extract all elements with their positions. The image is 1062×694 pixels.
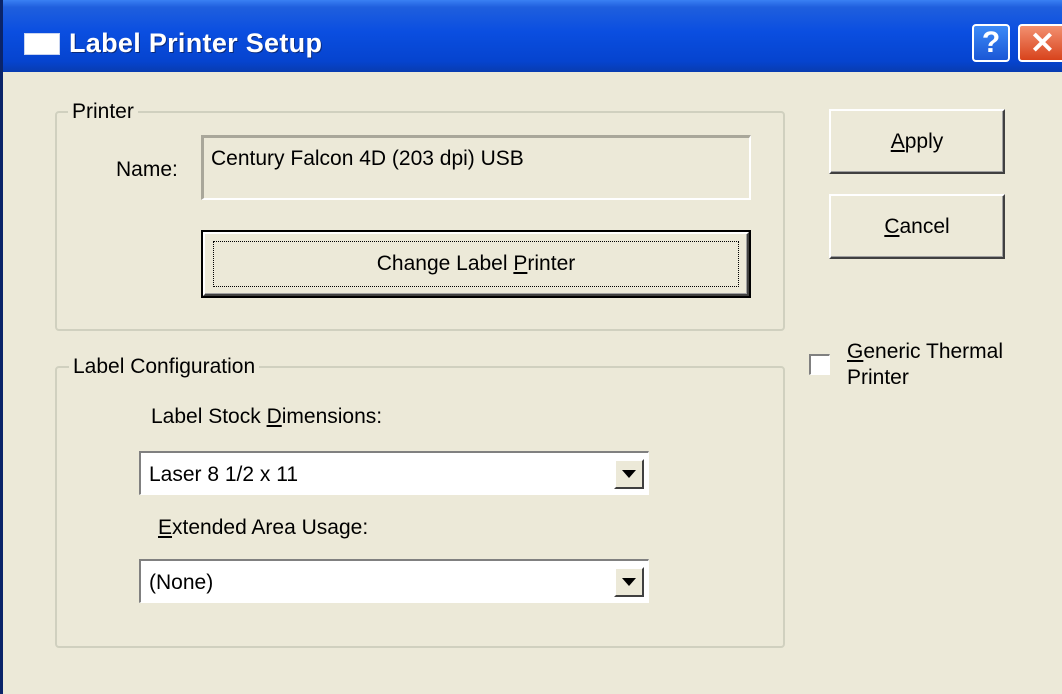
generic-thermal-printer-label[interactable]: Generic Thermal Printer — [847, 339, 1003, 391]
apply-button-label: Apply — [890, 129, 944, 153]
extended-area-usage-value: (None) — [149, 571, 214, 594]
label-configuration-legend: Label Configuration — [69, 355, 260, 379]
printer-name-label: Name: — [116, 158, 178, 181]
extended-area-usage-label: Extended Area Usage: — [158, 516, 369, 539]
close-icon: ✕ — [1029, 26, 1056, 60]
printer-name-value: Century Falcon 4D (203 dpi) USB — [211, 147, 524, 170]
extended-area-usage-select[interactable]: (None) — [139, 559, 649, 603]
change-label-printer-button[interactable]: Change Label Printer — [201, 230, 751, 298]
cancel-button-label: Cancel — [884, 214, 950, 238]
label-stock-dimensions-select[interactable]: Laser 8 1/2 x 11 — [139, 451, 649, 495]
help-icon: ? — [981, 26, 1001, 59]
dropdown-arrow-button[interactable] — [614, 459, 644, 489]
focus-rectangle — [213, 241, 739, 287]
help-button[interactable]: ? — [972, 24, 1010, 62]
window-icon — [24, 33, 60, 55]
close-button[interactable]: ✕ — [1018, 24, 1062, 62]
window-title: Label Printer Setup — [69, 28, 323, 58]
title-bar[interactable]: Label Printer Setup ? ✕ — [3, 0, 1062, 72]
printer-name-field: Century Falcon 4D (203 dpi) USB — [201, 135, 751, 200]
label-stock-dimensions-label: Label Stock Dimensions: — [151, 405, 383, 428]
generic-thermal-printer-checkbox[interactable] — [809, 354, 830, 375]
chevron-down-icon — [622, 470, 636, 478]
label-stock-dimensions-value: Laser 8 1/2 x 11 — [149, 463, 299, 486]
cancel-button[interactable]: Cancel — [829, 194, 1005, 259]
dropdown-arrow-button[interactable] — [614, 567, 644, 597]
chevron-down-icon — [622, 578, 636, 586]
apply-button[interactable]: Apply — [829, 109, 1005, 174]
label-printer-setup-dialog: Label Printer Setup ? ✕ Printer Name: Ce… — [0, 0, 1062, 694]
printer-group-legend: Printer — [68, 100, 138, 124]
